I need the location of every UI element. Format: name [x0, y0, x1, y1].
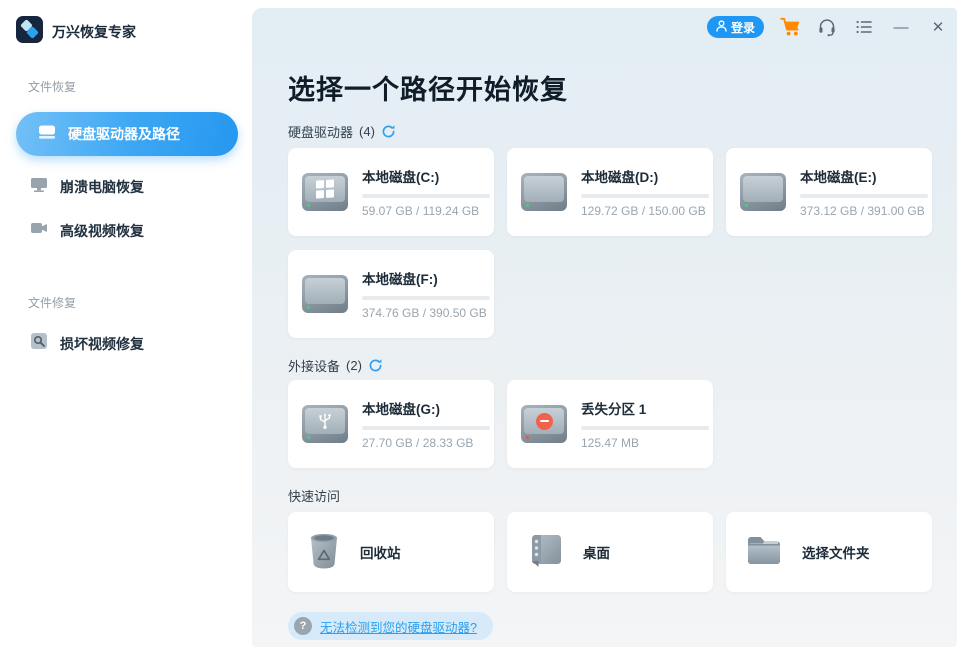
crashed-computer-icon — [30, 176, 48, 198]
desktop-card[interactable]: 桌面 — [507, 512, 713, 592]
drive-size: 373.12 GB / 391.00 GB — [800, 204, 918, 218]
help-link-pill[interactable]: ? 无法检测到您的硬盘驱动器? — [288, 612, 493, 640]
menu-list-icon[interactable] — [853, 16, 875, 38]
refresh-icon[interactable] — [368, 358, 383, 373]
drive-name: 丢失分区 1 — [581, 398, 699, 418]
external-devices-section-label: 外接设备 (2) — [288, 356, 383, 375]
drive-name: 本地磁盘(F:) — [362, 268, 480, 288]
external-devices-count: (2) — [346, 358, 362, 373]
drive-size: 27.70 GB / 28.33 GB — [362, 436, 480, 450]
drive-card-c[interactable]: 本地磁盘(C:) 59.07 GB / 119.24 GB — [288, 148, 494, 236]
sidebar-item-label: 崩溃电脑恢复 — [60, 177, 144, 197]
hard-drives-section-label: 硬盘驱动器 (4) — [288, 122, 396, 141]
drive-card-g[interactable]: 本地磁盘(G:) 27.70 GB / 28.33 GB — [288, 380, 494, 468]
main-panel: 登录 — ✕ 选择一个路径开始恢复 硬盘驱动器 (4) — [252, 8, 957, 647]
sidebar-section-file-recovery: 文件恢复 — [28, 78, 76, 95]
lost-partition-icon — [521, 405, 567, 443]
sidebar-item-advanced-video[interactable]: 高级视频恢复 — [30, 220, 144, 241]
usb-drive-icon — [302, 405, 348, 443]
quick-access-label: 选择文件夹 — [802, 542, 870, 562]
drive-name: 本地磁盘(E:) — [800, 166, 918, 186]
hard-drive-icon — [38, 123, 56, 145]
external-device-cards-row: 本地磁盘(G:) 27.70 GB / 28.33 GB 丢失分区 1 125.… — [288, 380, 713, 468]
drive-card-d[interactable]: 本地磁盘(D:) 129.72 GB / 150.00 GB — [507, 148, 713, 236]
quick-access-label: 回收站 — [360, 542, 401, 562]
usage-bar — [362, 194, 490, 198]
drive-name: 本地磁盘(C:) — [362, 166, 480, 186]
refresh-icon[interactable] — [381, 124, 396, 139]
user-icon — [716, 20, 727, 35]
drive-size: 125.47 MB — [581, 436, 699, 450]
desktop-icon — [525, 531, 565, 574]
quick-access-section-label: 快速访问 — [288, 486, 340, 505]
sidebar-item-hard-drives[interactable]: 硬盘驱动器及路径 — [16, 112, 238, 156]
select-folder-card[interactable]: 选择文件夹 — [726, 512, 932, 592]
hard-drive-icon — [740, 173, 786, 211]
drive-card-f[interactable]: 本地磁盘(F:) 374.76 GB / 390.50 GB — [288, 250, 494, 338]
recoverit-window: 万兴恢复专家 文件恢复 硬盘驱动器及路径 崩溃电脑恢复 高级视频恢复 文件修复 … — [0, 0, 969, 659]
hard-drive-cards-row-2: 本地磁盘(F:) 374.76 GB / 390.50 GB — [288, 250, 494, 338]
login-button-label: 登录 — [731, 19, 755, 36]
sidebar-item-label: 硬盘驱动器及路径 — [68, 124, 180, 144]
hard-drive-icon — [521, 173, 567, 211]
folder-icon — [744, 533, 784, 572]
login-button[interactable]: 登录 — [707, 16, 764, 38]
cart-icon[interactable] — [779, 16, 801, 38]
usage-bar — [581, 194, 709, 198]
hard-drive-cards-row-1: 本地磁盘(C:) 59.07 GB / 119.24 GB 本地磁盘(D:) 1… — [288, 148, 932, 236]
window-controls: 登录 — ✕ — [707, 14, 949, 40]
support-headset-icon[interactable] — [816, 16, 838, 38]
windows-logo-icon — [316, 179, 334, 198]
drive-name: 本地磁盘(G:) — [362, 398, 480, 418]
sidebar-item-video-repair[interactable]: 损坏视频修复 — [30, 332, 144, 355]
question-icon: ? — [294, 617, 312, 635]
sidebar-section-file-repair: 文件修复 — [28, 294, 76, 311]
close-icon[interactable]: ✕ — [927, 16, 949, 38]
usage-bar — [362, 296, 490, 300]
hard-drive-icon — [302, 275, 348, 313]
drive-name: 本地磁盘(D:) — [581, 166, 699, 186]
quick-access-label: 桌面 — [583, 542, 610, 562]
quick-access-cards-row: 回收站 桌面 — [288, 512, 932, 592]
sidebar-item-label: 损坏视频修复 — [60, 334, 144, 354]
page-title: 选择一个路径开始恢复 — [288, 68, 568, 107]
sidebar-item-label: 高级视频恢复 — [60, 221, 144, 241]
app-logo-icon — [16, 16, 43, 43]
drive-card-e[interactable]: 本地磁盘(E:) 373.12 GB / 391.00 GB — [726, 148, 932, 236]
repair-magnifier-icon — [30, 332, 48, 355]
sidebar-item-crashed-computer[interactable]: 崩溃电脑恢复 — [30, 176, 144, 198]
recycle-bin-icon — [306, 530, 342, 575]
video-camera-icon — [30, 220, 48, 241]
minimize-icon[interactable]: — — [890, 16, 912, 38]
drive-size: 374.76 GB / 390.50 GB — [362, 306, 480, 320]
usage-bar — [362, 426, 490, 430]
hard-drive-icon — [302, 173, 348, 211]
lost-partition-card[interactable]: 丢失分区 1 125.47 MB — [507, 380, 713, 468]
drive-size: 129.72 GB / 150.00 GB — [581, 204, 699, 218]
usage-bar — [581, 426, 709, 430]
app-title: 万兴恢复专家 — [52, 22, 136, 42]
drive-size: 59.07 GB / 119.24 GB — [362, 204, 480, 218]
recycle-bin-card[interactable]: 回收站 — [288, 512, 494, 592]
usage-bar — [800, 194, 928, 198]
hard-drives-count: (4) — [359, 124, 375, 139]
cannot-detect-drive-link[interactable]: 无法检测到您的硬盘驱动器? — [320, 617, 477, 636]
